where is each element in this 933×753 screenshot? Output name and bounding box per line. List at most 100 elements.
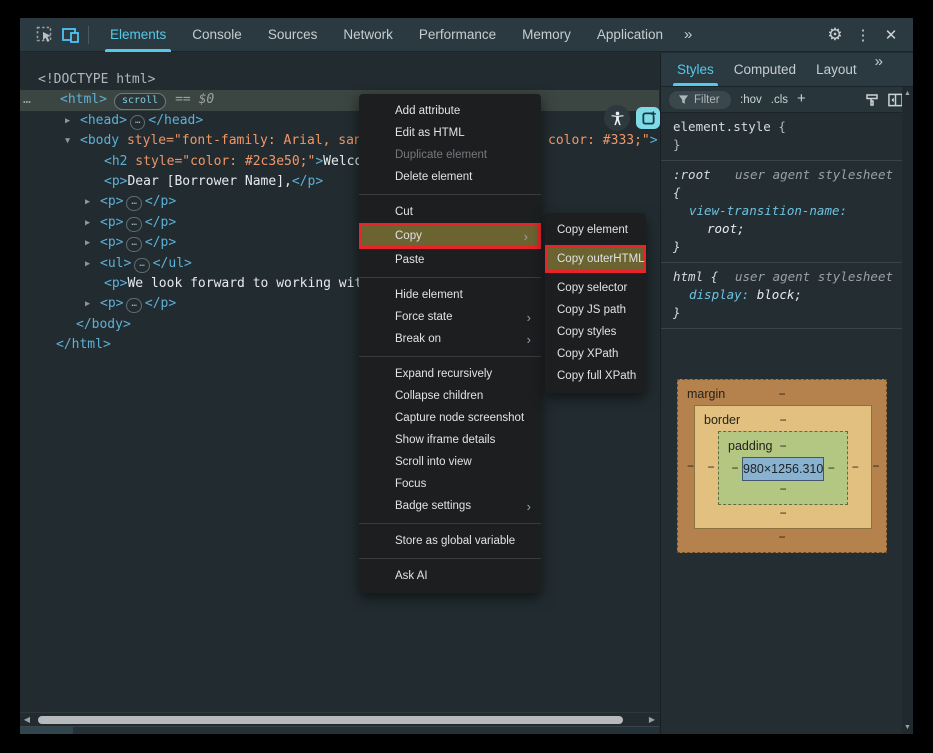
menu-item-scroll-into-view[interactable]: Scroll into view (359, 451, 541, 473)
style-rule-element-style[interactable]: element.style { } (661, 113, 913, 161)
expanded-arrow-icon[interactable]: ▼ (65, 131, 70, 151)
style-rule-root[interactable]: user agent stylesheet :root { view-trans… (661, 161, 913, 263)
dom-node-selected[interactable]: …<html>scroll== $0 (20, 90, 659, 110)
menu-item-collapse-children[interactable]: Collapse children (359, 385, 541, 407)
menu-item-ask-ai[interactable]: Ask AI (359, 565, 541, 587)
menu-item-capture-node-screenshot[interactable]: Capture node screenshot (359, 407, 541, 429)
submenu-item-copy-selector[interactable]: Copy selector (545, 277, 646, 299)
menu-item-hide-element[interactable]: Hide element (359, 284, 541, 306)
dom-node[interactable]: ▶<head>…</head> (20, 111, 659, 131)
style-rule-html[interactable]: user agent stylesheet html { display: bl… (661, 263, 913, 329)
toggle-hover-state-button[interactable]: :hov (740, 94, 762, 106)
menu-item-store-as-global-variable[interactable]: Store as global variable (359, 530, 541, 552)
submenu-item-copy-xpath[interactable]: Copy XPath (545, 343, 646, 365)
dom-node[interactable]: <h2 style="color: #2c3e50;">Welcome to (20, 152, 659, 172)
css-property-name[interactable]: display: (689, 287, 749, 302)
scroll-down-arrow-icon[interactable]: ▼ (902, 724, 913, 731)
horizontal-scrollbar-track[interactable] (34, 713, 645, 727)
tab-sources[interactable]: Sources (255, 18, 331, 52)
box-model-content[interactable]: 980×1256.310 (742, 457, 824, 481)
box-model-diagram[interactable]: margin − − border − − (677, 379, 887, 553)
collapsed-arrow-icon[interactable]: ▶ (85, 213, 90, 233)
padding-right-value[interactable]: − (824, 461, 838, 475)
accessibility-icon[interactable] (604, 105, 630, 131)
menu-item-add-attribute[interactable]: Add attribute (359, 100, 541, 122)
tab-network[interactable]: Network (330, 18, 406, 52)
horizontal-scrollbar-thumb[interactable] (38, 716, 623, 724)
sidebar-tab-computed[interactable]: Computed (724, 53, 806, 86)
new-style-rule-button[interactable]: + (797, 90, 806, 107)
border-left-value[interactable]: − (704, 460, 718, 474)
more-tabs-button[interactable]: » (676, 26, 700, 43)
margin-bottom-value[interactable]: − (778, 530, 785, 544)
expand-ellipsis-icon[interactable]: … (126, 217, 141, 232)
sidebar-more-tabs-button[interactable]: » (867, 53, 891, 86)
sidebar-tab-layout[interactable]: Layout (806, 53, 867, 86)
dom-node[interactable]: ▶<p>…</p> (20, 192, 659, 212)
box-model-border[interactable]: border − − padding − (694, 405, 872, 529)
menu-item-delete-element[interactable]: Delete element (359, 166, 541, 188)
tab-memory[interactable]: Memory (509, 18, 584, 52)
scroll-badge[interactable]: scroll (114, 93, 166, 110)
kebab-menu-icon[interactable]: ⋮ (851, 26, 875, 44)
menu-item-focus[interactable]: Focus (359, 473, 541, 495)
border-right-value[interactable]: − (848, 460, 862, 474)
menu-item-edit-as-html[interactable]: Edit as HTML (359, 122, 541, 144)
menu-item-paste[interactable]: Paste (359, 249, 541, 271)
submenu-item-copy-js-path[interactable]: Copy JS path (545, 299, 646, 321)
margin-right-value[interactable]: − (872, 459, 879, 473)
box-model-margin[interactable]: margin − − border − − (677, 379, 887, 553)
node-menu-ellipsis[interactable]: … (23, 90, 32, 110)
collapsed-arrow-icon[interactable]: ▶ (65, 111, 70, 131)
padding-left-value[interactable]: − (728, 461, 742, 475)
breadcrumb-item-html[interactable]: html (20, 727, 73, 734)
tab-console[interactable]: Console (179, 18, 255, 52)
submenu-item-copy-outerhtml[interactable]: Copy outerHTML (545, 245, 646, 273)
expand-ellipsis-icon[interactable]: … (126, 196, 141, 211)
menu-item-show-iframe-details[interactable]: Show iframe details (359, 429, 541, 451)
menu-item-force-state[interactable]: Force state› (359, 306, 541, 328)
ai-assistance-icon[interactable] (636, 107, 660, 129)
scroll-up-arrow-icon[interactable]: ▲ (902, 90, 913, 97)
collapsed-arrow-icon[interactable]: ▶ (85, 254, 90, 274)
dom-node[interactable]: <!DOCTYPE html> (20, 70, 659, 90)
scroll-left-arrow-icon[interactable]: ◀ (20, 715, 34, 724)
vertical-scrollbar[interactable]: ▲ ▼ (902, 87, 913, 734)
submenu-item-copy-element[interactable]: Copy element (545, 219, 646, 241)
expand-ellipsis-icon[interactable]: … (126, 237, 141, 252)
collapsed-arrow-icon[interactable]: ▶ (85, 192, 90, 212)
toggle-sidebar-icon[interactable] (888, 93, 903, 107)
sidebar-tab-styles[interactable]: Styles (667, 53, 724, 86)
collapsed-arrow-icon[interactable]: ▶ (85, 294, 90, 314)
settings-gear-icon[interactable]: ⚙ (823, 25, 847, 45)
menu-item-copy[interactable]: Copy› (359, 223, 541, 249)
tab-performance[interactable]: Performance (406, 18, 509, 52)
scroll-right-arrow-icon[interactable]: ▶ (645, 715, 659, 724)
dom-node[interactable]: <p>Dear [Borrower Name],</p> (20, 172, 659, 192)
submenu-item-copy-styles[interactable]: Copy styles (545, 321, 646, 343)
submenu-item-copy-full-xpath[interactable]: Copy full XPath (545, 365, 646, 387)
css-property-value[interactable]: root; (707, 221, 745, 236)
tab-application[interactable]: Application (584, 18, 676, 52)
style-filter-input[interactable]: Filter (669, 91, 731, 109)
expand-ellipsis-icon[interactable]: … (126, 298, 141, 313)
menu-item-badge-settings[interactable]: Badge settings› (359, 495, 541, 517)
border-top-value[interactable]: − (780, 413, 787, 427)
close-icon[interactable]: ✕ (879, 26, 903, 44)
toggle-classes-button[interactable]: .cls (771, 94, 788, 106)
expand-ellipsis-icon[interactable]: … (130, 115, 145, 130)
collapsed-arrow-icon[interactable]: ▶ (85, 233, 90, 253)
rendering-emulation-icon[interactable] (865, 93, 879, 107)
margin-left-value[interactable]: − (687, 459, 694, 473)
dom-node[interactable]: ▼<body style="font-family: Arial, sans-s… (20, 131, 659, 151)
menu-item-break-on[interactable]: Break on› (359, 328, 541, 350)
margin-top-value[interactable]: − (778, 387, 785, 401)
css-property-value[interactable]: block; (749, 287, 802, 302)
css-property-name[interactable]: view-transition-name: (689, 203, 847, 218)
padding-bottom-value[interactable]: − (780, 482, 787, 496)
inspect-element-icon[interactable] (32, 22, 58, 48)
device-toolbar-icon[interactable] (58, 22, 84, 48)
menu-item-cut[interactable]: Cut (359, 201, 541, 223)
box-model-padding[interactable]: padding − − 980×1256.310 (718, 431, 848, 505)
expand-ellipsis-icon[interactable]: … (134, 258, 149, 273)
